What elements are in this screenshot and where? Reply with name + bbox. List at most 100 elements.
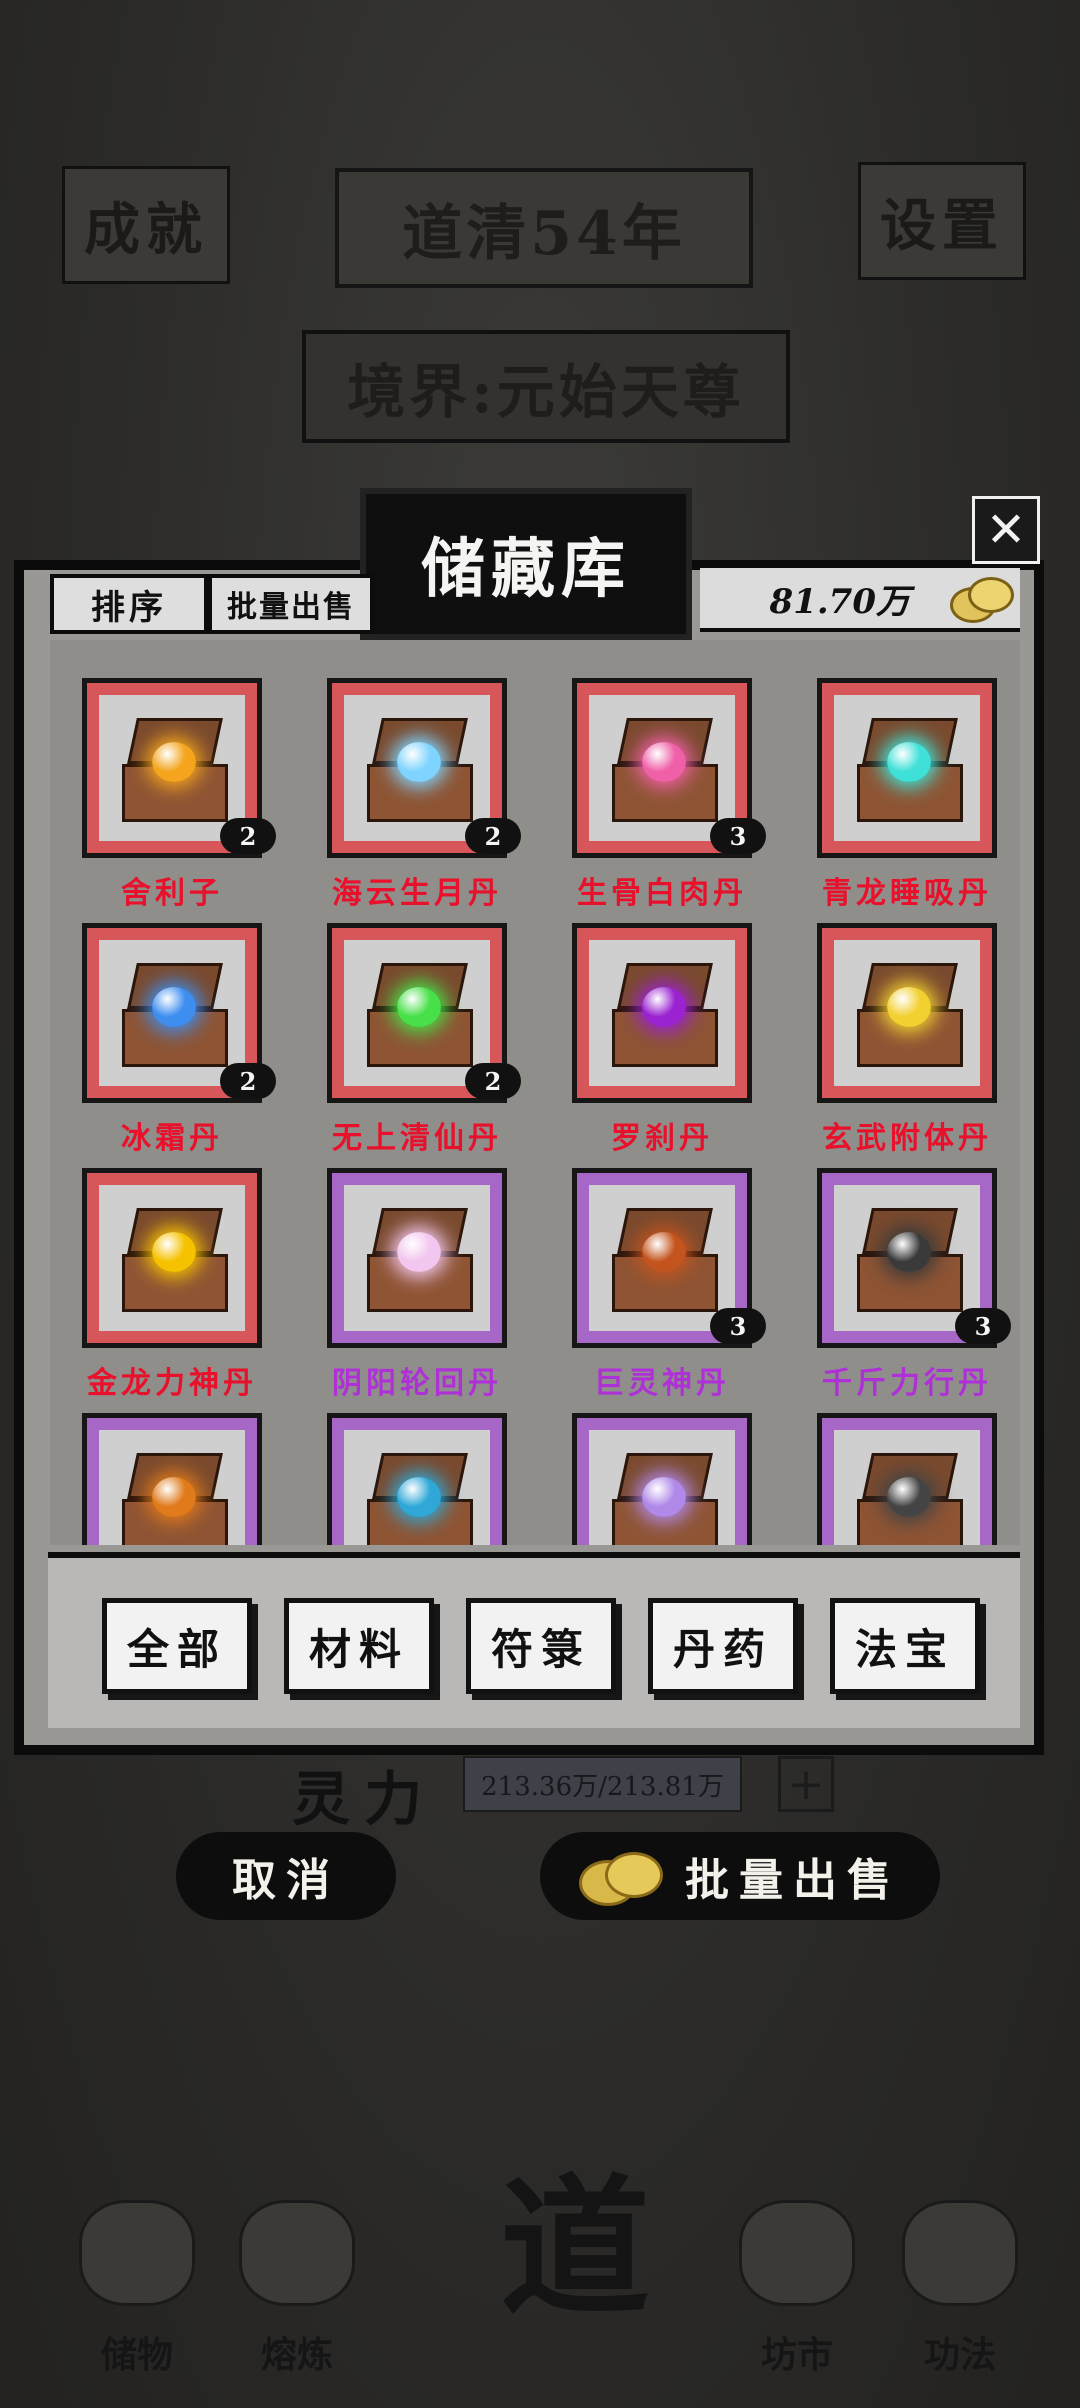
spirit-bar: 213.36万/213.81万 <box>463 1756 742 1812</box>
nav-label: 坊市 <box>760 2334 833 2376</box>
treasure-chest-icon <box>361 718 473 822</box>
year-banner: 道清54年 <box>335 168 753 288</box>
item-name: 青龙睡吸丹 <box>822 876 992 911</box>
treasure-chest-icon <box>361 963 473 1067</box>
item-cell[interactable]: 青龙睡吸丹 <box>817 678 997 911</box>
pill-orb-icon <box>152 987 196 1027</box>
nav-item-storage[interactable]: 储物 <box>62 2170 212 2378</box>
pill-orb-icon <box>397 1232 441 1272</box>
item-grid: 2 舍利子 2 海云生月丹 3 生骨白肉丹 青龙睡吸丹 2 冰霜丹 2 无上清仙丹 罗刹丹 玄武附体丹金… <box>50 640 1020 1545</box>
item-slot[interactable] <box>817 678 997 858</box>
item-name: 无上清仙丹 <box>332 1121 502 1156</box>
sort-tab[interactable]: 排序 <box>50 574 208 634</box>
bulk-sell-tab[interactable]: 批量出售 <box>208 574 374 634</box>
item-cell[interactable]: 金龙力神丹 <box>82 1168 262 1401</box>
pill-orb-icon <box>642 1232 686 1272</box>
treasure-chest-icon <box>361 1453 473 1545</box>
item-cell[interactable]: 3 生骨白肉丹 <box>572 678 766 911</box>
treasure-chest-icon <box>606 1208 718 1312</box>
item-cell[interactable] <box>572 1413 752 1545</box>
close-icon[interactable]: ✕ <box>972 496 1040 564</box>
nav-center-dao[interactable]: 道 <box>440 2130 710 2340</box>
item-name: 海云生月丹 <box>332 876 502 911</box>
item-name: 玄武附体丹 <box>822 1121 992 1156</box>
treasure-chest-icon <box>116 1453 228 1545</box>
cancel-button[interactable]: 取消 <box>176 1832 396 1920</box>
pill-orb-icon <box>887 1232 931 1272</box>
nav-label: 功法 <box>923 2334 996 2376</box>
item-slot[interactable] <box>572 1413 752 1545</box>
money-value: 81.70万 <box>769 581 910 622</box>
nav-item-market[interactable]: 坊市 <box>722 2170 872 2378</box>
treasure-chest-icon <box>116 963 228 1067</box>
item-slot[interactable] <box>817 923 997 1103</box>
item-name: 冰霜丹 <box>121 1121 223 1156</box>
item-cell[interactable]: 3 千斤力行丹 <box>817 1168 1011 1401</box>
nav-item-smelt[interactable]: 熔炼 <box>222 2170 372 2378</box>
item-cell[interactable] <box>817 1413 997 1545</box>
pill-orb-icon <box>152 742 196 782</box>
cauldron-icon <box>239 2200 355 2306</box>
pouch-icon <box>79 2200 195 2306</box>
pill-orb-icon <box>397 742 441 782</box>
item-slot[interactable] <box>82 1413 262 1545</box>
filter-talismans-button[interactable]: 符箓 <box>466 1598 616 1694</box>
treasure-chest-icon <box>851 1208 963 1312</box>
item-count-badge: 3 <box>955 1308 1011 1344</box>
item-cell[interactable]: 2 海云生月丹 <box>327 678 521 911</box>
item-count-badge: 2 <box>465 818 521 854</box>
item-cell[interactable] <box>327 1413 507 1545</box>
bulk-sell-button[interactable]: 批量出售 <box>540 1832 940 1920</box>
add-spirit-button[interactable]: + <box>778 1756 834 1812</box>
pill-orb-icon <box>152 1477 196 1517</box>
item-cell[interactable]: 阴阳轮回丹 <box>327 1168 507 1401</box>
item-count-badge: 3 <box>710 818 766 854</box>
filter-bar: 全部 材料 符箓 丹药 法宝 <box>48 1552 1020 1728</box>
item-cell[interactable]: 罗刹丹 <box>572 923 752 1156</box>
coins-icon <box>579 1848 663 1906</box>
item-slot[interactable] <box>327 1168 507 1348</box>
filter-materials-button[interactable]: 材料 <box>284 1598 434 1694</box>
item-slot[interactable] <box>327 1413 507 1545</box>
nav-item-skills[interactable]: 功法 <box>885 2170 1035 2378</box>
item-cell[interactable] <box>82 1413 262 1545</box>
pill-orb-icon <box>152 1232 196 1272</box>
storage-title: 储藏库 <box>360 488 692 640</box>
spirit-label: 灵力 <box>292 1765 437 1833</box>
money-display: 81.70万 <box>700 568 1020 632</box>
item-cell[interactable]: 2 舍利子 <box>82 678 276 911</box>
treasure-chest-icon <box>606 1453 718 1545</box>
item-cell[interactable]: 玄武附体丹 <box>817 923 997 1156</box>
item-slot[interactable] <box>82 1168 262 1348</box>
item-slot[interactable] <box>572 923 752 1103</box>
filter-all-button[interactable]: 全部 <box>102 1598 252 1694</box>
item-cell[interactable]: 2 冰霜丹 <box>82 923 276 1156</box>
settings-button[interactable]: 设置 <box>858 162 1026 280</box>
treasure-chest-icon <box>606 718 718 822</box>
item-cell[interactable]: 3 巨灵神丹 <box>572 1168 766 1401</box>
book-icon <box>902 2200 1018 2306</box>
cancel-button-label: 取消 <box>232 1855 340 1906</box>
filter-artifacts-button[interactable]: 法宝 <box>830 1598 980 1694</box>
pill-orb-icon <box>887 742 931 782</box>
treasure-chest-icon <box>116 1208 228 1312</box>
item-slot[interactable] <box>817 1413 997 1545</box>
nav-label: 熔炼 <box>260 2334 333 2376</box>
pill-orb-icon <box>642 742 686 782</box>
treasure-chest-icon <box>851 963 963 1067</box>
pill-orb-icon <box>642 987 686 1027</box>
pill-orb-icon <box>397 987 441 1027</box>
treasure-chest-icon <box>606 963 718 1067</box>
coin-icon <box>950 575 1014 623</box>
item-name: 罗刹丹 <box>611 1121 713 1156</box>
item-cell[interactable]: 2 无上清仙丹 <box>327 923 521 1156</box>
achievement-button[interactable]: 成就 <box>62 166 230 284</box>
item-name: 阴阳轮回丹 <box>332 1366 502 1401</box>
item-count-badge: 2 <box>220 1063 276 1099</box>
item-name: 舍利子 <box>121 876 223 911</box>
filter-pills-button[interactable]: 丹药 <box>648 1598 798 1694</box>
treasure-chest-icon <box>851 1453 963 1545</box>
nav-label: 储物 <box>100 2334 173 2376</box>
item-name: 金龙力神丹 <box>87 1366 257 1401</box>
treasure-chest-icon <box>116 718 228 822</box>
